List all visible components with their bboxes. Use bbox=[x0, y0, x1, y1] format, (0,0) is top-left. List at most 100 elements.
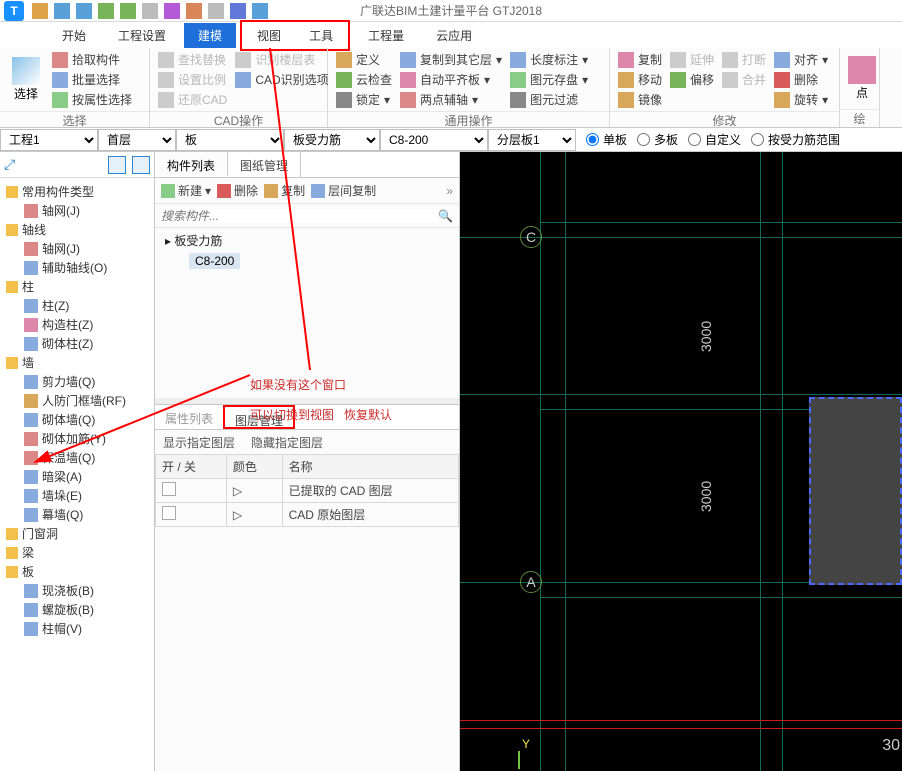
tree-column[interactable]: 柱(Z) bbox=[24, 296, 150, 315]
expand-icon[interactable]: ⤢ bbox=[4, 156, 15, 173]
cad-option-button[interactable]: CAD识别选项 bbox=[233, 70, 330, 89]
more-icon[interactable]: » bbox=[446, 184, 453, 198]
tree-column-group[interactable]: 柱 bbox=[6, 277, 150, 296]
qat-sum-icon[interactable] bbox=[186, 3, 202, 19]
tree-wallpier[interactable]: 墙垛(E) bbox=[24, 486, 150, 505]
bar-select[interactable]: C8-200 bbox=[380, 129, 488, 151]
show-layer-link[interactable]: 显示指定图层 bbox=[163, 434, 235, 451]
mirror-button[interactable]: 镜像 bbox=[616, 90, 664, 109]
radio-single[interactable]: 单板 bbox=[586, 131, 627, 148]
cloudcheck-button[interactable]: 云检查 bbox=[334, 70, 394, 89]
menu-model[interactable]: 建模 bbox=[184, 23, 236, 48]
tab-drawing-mgmt[interactable]: 图纸管理 bbox=[228, 152, 301, 177]
rotate-button[interactable]: 旋转▾ bbox=[772, 90, 830, 109]
tree-axis[interactable]: 轴网(J) bbox=[24, 201, 150, 220]
tree-ccolumn[interactable]: 构造柱(Z) bbox=[24, 315, 150, 334]
tree-aux[interactable]: 辅助轴线(O) bbox=[24, 258, 150, 277]
layer-select[interactable]: 分层板1 bbox=[488, 129, 576, 151]
radio-custom[interactable]: 自定义 bbox=[688, 131, 741, 148]
tree-mwall[interactable]: 砌体墙(Q) bbox=[24, 410, 150, 429]
tree-shearwall[interactable]: 剪力墙(Q) bbox=[24, 372, 150, 391]
qat-region-icon[interactable] bbox=[164, 3, 180, 19]
select-button[interactable]: 选择 bbox=[6, 50, 46, 109]
floorcopy-button[interactable]: 层间复制 bbox=[311, 182, 376, 199]
recognize-table-button[interactable]: 识别楼层表 bbox=[233, 50, 330, 69]
delete-button[interactable]: 删除 bbox=[772, 70, 830, 89]
menu-tool[interactable]: 工具 bbox=[295, 23, 347, 48]
hide-layer-link[interactable]: 隐藏指定图层 bbox=[251, 434, 323, 451]
pick-button[interactable]: 拾取构件 bbox=[50, 50, 134, 69]
qat-new-icon[interactable] bbox=[32, 3, 48, 19]
tree-columncap[interactable]: 柱帽(V) bbox=[24, 619, 150, 638]
set-scale-button[interactable]: 设置比例 bbox=[156, 70, 229, 89]
tree-curtainwall[interactable]: 幕墙(Q) bbox=[24, 505, 150, 524]
offset-button[interactable]: 偏移 bbox=[668, 70, 716, 89]
tree-wall-group[interactable]: 墙 bbox=[6, 353, 150, 372]
new-button[interactable]: 新建▾ bbox=[161, 182, 211, 199]
del-button[interactable]: 删除 bbox=[217, 182, 258, 199]
copy-floor-button[interactable]: 复制到其它层▾ bbox=[398, 50, 504, 69]
tab-props[interactable]: 属性列表 bbox=[155, 405, 223, 429]
batch-select-button[interactable]: 批量选择 bbox=[50, 70, 134, 89]
define-button[interactable]: 定义 bbox=[334, 50, 394, 69]
filter-elem-button[interactable]: 图元过滤 bbox=[508, 90, 590, 109]
search-icon[interactable]: 🔍 bbox=[438, 209, 453, 223]
tree-rfwall[interactable]: 人防门框墙(RF) bbox=[24, 391, 150, 410]
radio-range[interactable]: 按受力筋范围 bbox=[751, 131, 840, 148]
lock-button[interactable]: 锁定▾ bbox=[334, 90, 394, 109]
qat-table-icon[interactable] bbox=[230, 3, 246, 19]
tree-slab-group[interactable]: 板 bbox=[6, 562, 150, 581]
move-button[interactable]: 移动 bbox=[616, 70, 664, 89]
tree-dbeam[interactable]: 暗梁(A) bbox=[24, 467, 150, 486]
subtype-select[interactable]: 板受力筋 bbox=[284, 129, 380, 151]
list-item-parent[interactable]: ▸ 板受力筋 bbox=[165, 232, 449, 249]
find-replace-button[interactable]: 查找替换 bbox=[156, 50, 229, 69]
merge-button[interactable]: 合并 bbox=[720, 70, 768, 89]
tree-beam-group[interactable]: 梁 bbox=[6, 543, 150, 562]
point-button[interactable]: 点 bbox=[846, 50, 878, 107]
copy-button[interactable]: 复制 bbox=[616, 50, 664, 69]
copy-button2[interactable]: 复制 bbox=[264, 182, 305, 199]
qat-save-icon[interactable] bbox=[76, 3, 92, 19]
qat-open-icon[interactable] bbox=[54, 3, 70, 19]
tree-mrein[interactable]: 砌体加筋(Y) bbox=[24, 429, 150, 448]
tree-inswall[interactable]: 保温墙(Q) bbox=[24, 448, 150, 467]
tree-castslab[interactable]: 现浇板(B) bbox=[24, 581, 150, 600]
search-input[interactable] bbox=[161, 209, 438, 223]
save-elem-button[interactable]: 图元存盘▾ bbox=[508, 70, 590, 89]
tree-door-group[interactable]: 门窗洞 bbox=[6, 524, 150, 543]
checkbox[interactable] bbox=[162, 506, 176, 520]
auto-align-button[interactable]: 自动平齐板▾ bbox=[398, 70, 504, 89]
qat-print-icon[interactable] bbox=[252, 3, 268, 19]
tree-mcolumn[interactable]: 砌体柱(Z) bbox=[24, 334, 150, 353]
prop-select-button[interactable]: 按属性选择 bbox=[50, 90, 134, 109]
drawing-canvas[interactable]: C A 3000 3000 Y 30 bbox=[460, 152, 902, 771]
project-select[interactable]: 工程1 bbox=[0, 129, 98, 151]
floor-select[interactable]: 首层 bbox=[98, 129, 176, 151]
dim-button[interactable]: 长度标注▾ bbox=[508, 50, 590, 69]
extend-button[interactable]: 延伸 bbox=[668, 50, 716, 69]
type-select[interactable]: 板 bbox=[176, 129, 284, 151]
menu-engset[interactable]: 工程设置 bbox=[104, 23, 180, 48]
restore-cad-button[interactable]: 还原CAD bbox=[156, 90, 229, 109]
menu-view[interactable]: 视图 bbox=[243, 23, 295, 48]
menu-start[interactable]: 开始 bbox=[48, 23, 100, 48]
tree-axis2[interactable]: 轴网(J) bbox=[24, 239, 150, 258]
list-item-selected[interactable]: C8-200 bbox=[189, 253, 240, 269]
table-row[interactable]: ▷CAD 原始图层 bbox=[156, 503, 459, 527]
qat-icon[interactable] bbox=[208, 3, 224, 19]
menu-engqty[interactable]: 工程量 bbox=[354, 23, 418, 48]
radio-multi[interactable]: 多板 bbox=[637, 131, 678, 148]
color-expand[interactable]: ▷ bbox=[226, 479, 282, 503]
checkbox[interactable] bbox=[162, 482, 176, 496]
view-mode1-button[interactable] bbox=[108, 156, 126, 174]
tree-spiralslab[interactable]: 螺旋板(B) bbox=[24, 600, 150, 619]
break-button[interactable]: 打断 bbox=[720, 50, 768, 69]
align-button[interactable]: 对齐▾ bbox=[772, 50, 830, 69]
menu-cloud[interactable]: 云应用 bbox=[422, 23, 486, 48]
table-row[interactable]: ▷已提取的 CAD 图层 bbox=[156, 479, 459, 503]
tree-root[interactable]: 常用构件类型 bbox=[6, 182, 150, 201]
aux-axis-button[interactable]: 两点辅轴▾ bbox=[398, 90, 504, 109]
qat-undo-icon[interactable] bbox=[98, 3, 114, 19]
color-expand[interactable]: ▷ bbox=[226, 503, 282, 527]
